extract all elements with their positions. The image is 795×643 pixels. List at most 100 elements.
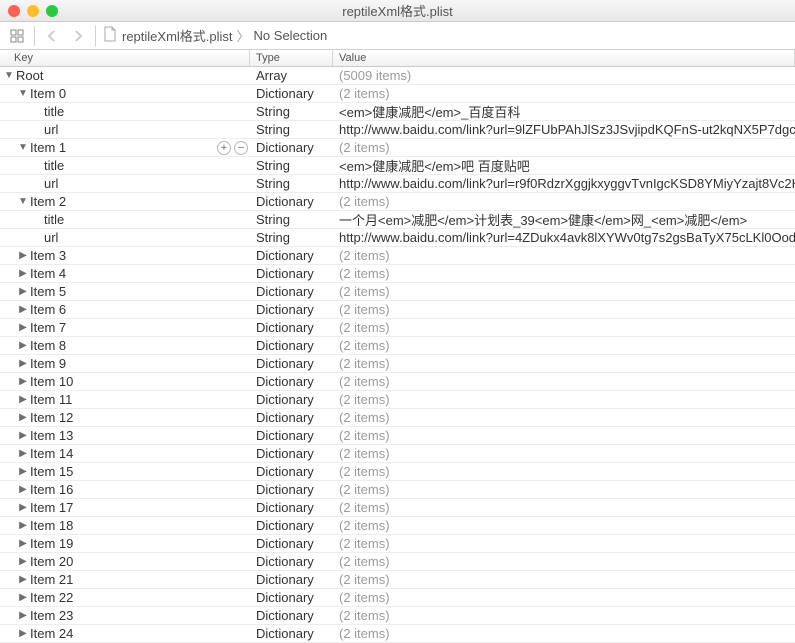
disclosure-triangle-icon[interactable]: ▶ [18, 305, 28, 315]
table-row[interactable]: ▶Item 8 Dictionary(2 items) [0, 337, 795, 355]
table-row[interactable]: ▶Item 22Dictionary(2 items) [0, 589, 795, 607]
disclosure-triangle-icon[interactable]: ▶ [18, 359, 28, 369]
value-cell: (2 items) [333, 338, 795, 353]
key-label: Item 12 [28, 410, 73, 425]
disclosure-triangle-icon[interactable]: ▶ [18, 575, 28, 585]
disclosure-triangle-icon[interactable]: ▶ [18, 269, 28, 279]
type-cell: Dictionary [250, 266, 333, 281]
table-row[interactable]: titleString<em>健康减肥</em>_百度百科 [0, 103, 795, 121]
table-row[interactable]: ▶Item 18Dictionary(2 items) [0, 517, 795, 535]
column-header-value[interactable]: Value [333, 50, 795, 66]
breadcrumb-file[interactable]: reptileXml格式.plist [122, 26, 233, 45]
remove-row-button[interactable]: − [234, 141, 248, 155]
table-row[interactable]: ▶Item 14Dictionary(2 items) [0, 445, 795, 463]
table-row[interactable]: ▶Item 9Dictionary(2 items) [0, 355, 795, 373]
table-row[interactable]: ▶Item 4Dictionary(2 items) [0, 265, 795, 283]
close-window-button[interactable] [8, 5, 20, 17]
type-cell: Dictionary [250, 572, 333, 587]
disclosure-triangle-icon[interactable]: ▶ [18, 377, 28, 387]
disclosure-triangle-icon[interactable]: ▼ [18, 89, 28, 99]
key-label: Item 15 [28, 464, 73, 479]
nav-back-button[interactable] [41, 26, 63, 46]
key-label: Item 1 [28, 140, 66, 155]
table-row[interactable]: titleString一个月<em>减肥</em>计划表_39<em>健康</e… [0, 211, 795, 229]
key-label: Item 8 [28, 338, 66, 353]
type-cell: Dictionary [250, 338, 333, 353]
table-row[interactable]: ▶Item 13Dictionary(2 items) [0, 427, 795, 445]
key-label: Item 24 [28, 626, 73, 641]
disclosure-triangle-icon[interactable]: ▶ [18, 629, 28, 639]
disclosure-triangle-icon[interactable]: ▶ [18, 287, 28, 297]
table-row[interactable]: ▶Item 16Dictionary(2 items) [0, 481, 795, 499]
table-row[interactable]: ▶Item 15Dictionary(2 items) [0, 463, 795, 481]
disclosure-triangle-icon[interactable]: ▶ [18, 323, 28, 333]
table-row[interactable]: ▶Item 5Dictionary(2 items) [0, 283, 795, 301]
type-cell: Dictionary [250, 626, 333, 641]
disclosure-triangle-icon[interactable]: ▼ [18, 143, 28, 153]
key-label: Item 22 [28, 590, 73, 605]
column-header-type[interactable]: Type [250, 50, 333, 66]
column-headers: Key Type Value [0, 50, 795, 67]
disclosure-triangle-icon[interactable]: ▼ [4, 71, 14, 81]
table-row[interactable]: ▶Item 10Dictionary(2 items) [0, 373, 795, 391]
disclosure-triangle-icon[interactable]: ▶ [18, 521, 28, 531]
type-cell: Dictionary [250, 86, 333, 101]
table-row[interactable]: ▶Item 11Dictionary(2 items) [0, 391, 795, 409]
key-label: Item 4 [28, 266, 66, 281]
disclosure-triangle-icon[interactable]: ▶ [18, 251, 28, 261]
table-row[interactable]: ▶Item 6Dictionary(2 items) [0, 301, 795, 319]
table-row[interactable]: urlStringhttp://www.baidu.com/link?url=4… [0, 229, 795, 247]
table-row[interactable]: ▼Item 0Dictionary(2 items) [0, 85, 795, 103]
table-row[interactable]: ▼Item 1+−Dictionary(2 items) [0, 139, 795, 157]
disclosure-triangle-icon[interactable]: ▼ [18, 197, 28, 207]
nav-forward-button[interactable] [67, 26, 89, 46]
type-cell: Dictionary [250, 356, 333, 371]
disclosure-triangle-icon[interactable]: ▶ [18, 557, 28, 567]
table-row[interactable]: ▶Item 21Dictionary(2 items) [0, 571, 795, 589]
table-row[interactable]: ▶Item 19Dictionary(2 items) [0, 535, 795, 553]
disclosure-triangle-icon[interactable]: ▶ [18, 449, 28, 459]
zoom-window-button[interactable] [46, 5, 58, 17]
key-label: url [42, 122, 58, 137]
value-cell: (2 items) [333, 194, 795, 209]
table-row[interactable]: ▶Item 20Dictionary(2 items) [0, 553, 795, 571]
key-label: Root [14, 68, 43, 83]
disclosure-triangle-icon[interactable]: ▶ [18, 341, 28, 351]
table-row[interactable]: ▶Item 7Dictionary(2 items) [0, 319, 795, 337]
disclosure-triangle-icon[interactable]: ▶ [18, 611, 28, 621]
add-row-button[interactable]: + [217, 141, 231, 155]
table-row[interactable]: urlStringhttp://www.baidu.com/link?url=r… [0, 175, 795, 193]
key-label: url [42, 230, 58, 245]
key-label: Item 0 [28, 86, 66, 101]
disclosure-triangle-icon[interactable]: ▶ [18, 467, 28, 477]
disclosure-triangle-icon[interactable]: ▶ [18, 395, 28, 405]
type-cell: String [250, 158, 333, 173]
table-row[interactable]: ▶Item 17Dictionary(2 items) [0, 499, 795, 517]
disclosure-triangle-icon[interactable]: ▶ [18, 539, 28, 549]
disclosure-triangle-icon[interactable]: ▶ [18, 593, 28, 603]
table-row[interactable]: titleString<em>健康减肥</em>吧 百度贴吧 [0, 157, 795, 175]
table-row[interactable]: ▶Item 24 Dictionary(2 items) [0, 625, 795, 643]
column-header-key[interactable]: Key [0, 50, 250, 66]
breadcrumb: reptileXml格式.plist 〉 No Selection [102, 26, 327, 45]
table-row[interactable]: ▶Item 23Dictionary(2 items) [0, 607, 795, 625]
disclosure-triangle-icon[interactable]: ▶ [18, 485, 28, 495]
minimize-window-button[interactable] [27, 5, 39, 17]
type-cell: Dictionary [250, 500, 333, 515]
table-row[interactable]: ▶Item 3Dictionary(2 items) [0, 247, 795, 265]
view-grid-icon[interactable] [6, 26, 28, 46]
table-row[interactable]: urlStringhttp://www.baidu.com/link?url=9… [0, 121, 795, 139]
value-cell: (2 items) [333, 608, 795, 623]
table-row[interactable]: ▼Item 2Dictionary(2 items) [0, 193, 795, 211]
table-row[interactable]: ▼RootArray(5009 items) [0, 67, 795, 85]
key-label: Item 2 [28, 194, 66, 209]
table-row[interactable]: ▶Item 12Dictionary(2 items) [0, 409, 795, 427]
disclosure-triangle-icon[interactable]: ▶ [18, 431, 28, 441]
type-cell: Dictionary [250, 392, 333, 407]
value-cell: (2 items) [333, 374, 795, 389]
disclosure-triangle-icon[interactable]: ▶ [18, 413, 28, 423]
disclosure-triangle-icon[interactable]: ▶ [18, 503, 28, 513]
value-cell: (2 items) [333, 626, 795, 641]
window-title: reptileXml格式.plist [0, 1, 795, 20]
key-label: Item 21 [28, 572, 73, 587]
